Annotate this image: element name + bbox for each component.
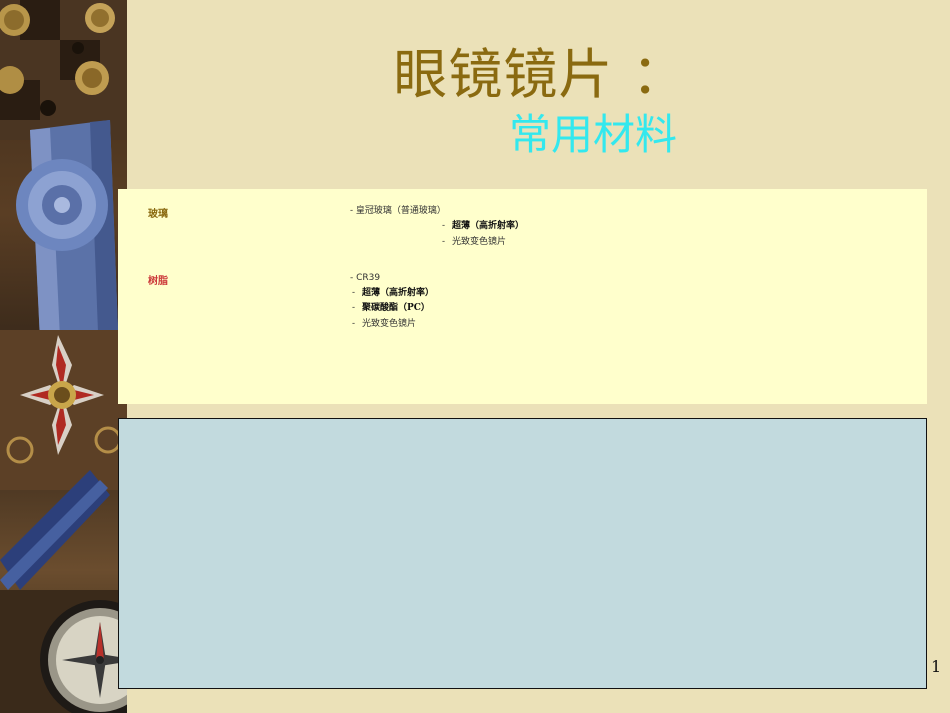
glass-item-crown: - 皇冠玻璃（普通玻璃） xyxy=(350,206,446,216)
glass-label: 玻璃 xyxy=(148,209,168,220)
resin-item-photochromic: - 光致变色镜片 xyxy=(352,318,416,330)
bullet-dash: - xyxy=(352,303,356,313)
glass-item-ultrathin-text: 超薄（高折射率） xyxy=(452,221,525,231)
bullet-dash: - xyxy=(442,237,446,247)
bullet-dash: - xyxy=(442,221,446,231)
resin-item-ultrathin: - 超薄（高折射率） xyxy=(352,287,434,299)
empty-content-box xyxy=(118,418,927,689)
resin-item-photochromic-text: 光致变色镜片 xyxy=(362,319,417,329)
glass-item-photochromic: - 光致变色镜片 xyxy=(442,236,506,248)
resin-item-polycarbonate: - 聚碳酸酯（PC） xyxy=(352,302,430,314)
resin-label: 树脂 xyxy=(148,276,168,287)
glass-item-ultrathin: - 超薄（高折射率） xyxy=(442,220,524,232)
medal-collage-image xyxy=(0,0,127,713)
bullet-dash: - xyxy=(352,288,356,298)
resin-item-polycarbonate-text: 聚碳酸酯（PC） xyxy=(362,303,430,313)
slide-subtitle: 常用材料 xyxy=(508,110,677,159)
slide-title: 眼镜镜片 ： xyxy=(130,42,950,108)
materials-panel: 玻璃 - 皇冠玻璃（普通玻璃） - 超薄（高折射率） - 光致变色镜片 树脂 - C… xyxy=(118,189,927,404)
resin-item-ultrathin-text: 超薄（高折射率） xyxy=(362,288,435,298)
resin-item-cr39: - CR39 xyxy=(350,273,381,283)
slide-title-text: 眼镜镜片 ： xyxy=(393,43,687,106)
glass-item-photochromic-text: 光致变色镜片 xyxy=(452,237,507,247)
page-number: 1 xyxy=(931,657,942,676)
decorative-photo-strip xyxy=(0,0,127,713)
bullet-dash: - xyxy=(352,319,356,329)
